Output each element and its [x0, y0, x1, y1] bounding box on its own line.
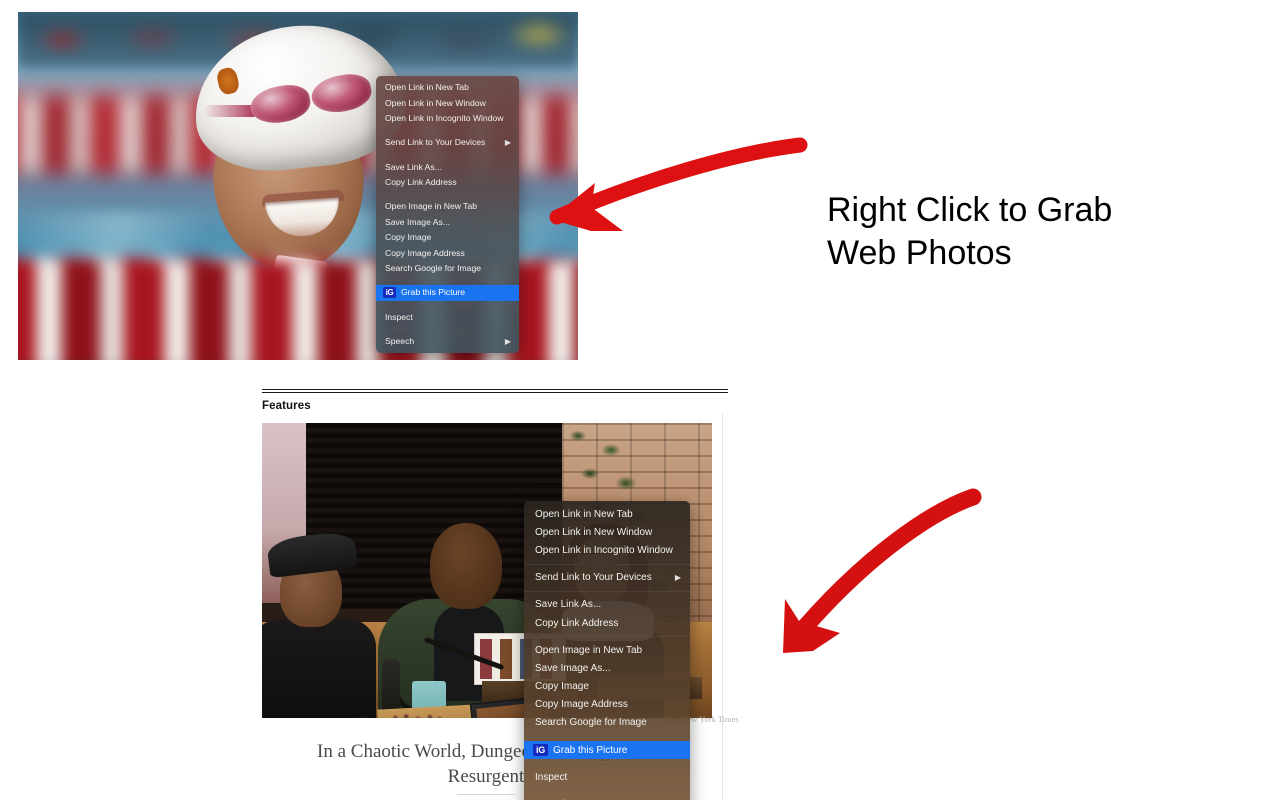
caption-right-click-to-grab: Right Click to Grab Web Photos: [827, 189, 1247, 275]
menu-separator: [524, 736, 690, 738]
menu-item-save-image-as[interactable]: Save Image As...: [524, 659, 690, 677]
menu-item-inspect[interactable]: Inspect: [524, 768, 690, 786]
annotation-arrow-bottom: [783, 488, 982, 653]
menu-item-open-link-new-window[interactable]: Open Link in New Window: [376, 95, 519, 110]
submenu-arrow-icon: ▶: [674, 572, 681, 582]
menu-item-label: Open Link in New Tab: [385, 82, 469, 93]
menu-item-label: Copy Link Address: [385, 177, 457, 188]
section-rule: [262, 389, 728, 393]
menu-separator: [524, 790, 690, 792]
menu-item-open-image-new-tab[interactable]: Open Image in New Tab: [376, 199, 519, 214]
caption-line-1: Right Click to Grab: [827, 191, 1113, 229]
menu-separator: [376, 194, 519, 196]
section-label-features: Features: [262, 400, 311, 412]
menu-item-label: Grab this Picture: [401, 287, 465, 298]
headline-divider: [457, 794, 515, 795]
menu-item-save-image-as[interactable]: Save Image As...: [376, 215, 519, 230]
menu-item-label: Open Image in New Tab: [535, 644, 643, 656]
menu-separator: [524, 636, 690, 638]
menu-item-label: Open Link in Incognito Window: [385, 112, 504, 123]
swimmer-photo[interactable]: Open Link in New Tab Open Link in New Wi…: [18, 12, 578, 360]
menu-separator: [524, 763, 690, 765]
menu-item-label: Copy Image Address: [535, 699, 628, 711]
menu-item-open-link-new-tab[interactable]: Open Link in New Tab: [376, 80, 519, 95]
menu-item-send-link-to-devices[interactable]: Send Link to Your Devices ▶: [376, 135, 519, 150]
menu-item-label: Open Link in New Window: [385, 97, 486, 108]
menu-item-label: Grab this Picture: [553, 744, 628, 756]
menu-item-open-link-new-tab[interactable]: Open Link in New Tab: [524, 505, 690, 523]
menu-item-label: Copy Image Address: [385, 247, 465, 258]
menu-item-label: Send Link to Your Devices: [385, 137, 486, 148]
menu-item-label: Save Link As...: [535, 599, 602, 611]
menu-item-speech[interactable]: Speech ▶: [524, 795, 690, 800]
menu-item-copy-link-address[interactable]: Copy Link Address: [524, 614, 690, 632]
menu-item-save-link-as[interactable]: Save Link As...: [376, 160, 519, 175]
menu-item-label: Save Image As...: [385, 216, 450, 227]
goggle-lens-left: [247, 81, 314, 128]
caption-line-2: Web Photos: [827, 234, 1012, 272]
menu-item-label: Send Link to Your Devices: [535, 572, 652, 584]
menu-item-label: Open Link in New Window: [535, 526, 653, 538]
menu-item-open-image-new-tab[interactable]: Open Image in New Tab: [524, 641, 690, 659]
menu-item-speech[interactable]: Speech ▶: [376, 334, 519, 349]
menu-item-copy-image-address[interactable]: Copy Image Address: [376, 245, 519, 260]
menu-separator: [376, 154, 519, 156]
menu-item-search-google-for-image[interactable]: Search Google for Image: [524, 714, 690, 732]
menu-item-label: Open Link in New Tab: [535, 508, 633, 520]
menu-item-inspect[interactable]: Inspect: [376, 310, 519, 325]
menu-separator: [524, 590, 690, 592]
submenu-arrow-icon: ▶: [504, 137, 511, 147]
menu-item-copy-image-address[interactable]: Copy Image Address: [524, 696, 690, 714]
menu-item-label: Copy Image: [535, 681, 589, 693]
menu-item-open-link-incognito[interactable]: Open Link in Incognito Window: [376, 111, 519, 126]
imagegrab-icon: iG: [383, 287, 396, 299]
menu-item-label: Copy Link Address: [535, 617, 619, 629]
screenshot-canvas: Open Link in New Tab Open Link in New Wi…: [0, 0, 1280, 800]
menu-item-copy-image[interactable]: Copy Image: [376, 230, 519, 245]
person-left-body: [262, 619, 376, 718]
menu-item-open-link-new-window[interactable]: Open Link in New Window: [524, 523, 690, 541]
menu-item-label: Search Google for Image: [385, 262, 482, 273]
menu-separator: [376, 304, 519, 306]
submenu-arrow-icon: ▶: [504, 336, 511, 346]
menu-separator: [376, 280, 519, 282]
context-menu-top[interactable]: Open Link in New Tab Open Link in New Wi…: [376, 76, 519, 354]
menu-item-open-link-incognito[interactable]: Open Link in Incognito Window: [524, 541, 690, 559]
menu-item-label: Inspect: [535, 771, 568, 783]
menu-separator: [376, 130, 519, 132]
context-menu-items: Open Link in New Tab Open Link in New Wi…: [376, 76, 519, 353]
menu-item-label: Open Image in New Tab: [385, 201, 478, 212]
goggle-lens-right: [308, 70, 375, 117]
menu-item-send-link-to-devices[interactable]: Send Link to Your Devices ▶: [524, 569, 690, 587]
menu-item-grab-this-picture[interactable]: iG Grab this Picture: [524, 741, 690, 760]
context-menu-bottom[interactable]: Open Link in New Tab Open Link in New Wi…: [524, 501, 690, 800]
menu-item-save-link-as[interactable]: Save Link As...: [524, 596, 690, 614]
menu-item-label: Search Google for Image: [535, 717, 647, 729]
column-divider: [722, 414, 723, 800]
menu-item-label: Inspect: [385, 311, 413, 322]
menu-separator: [524, 563, 690, 565]
menu-item-label: Save Link As...: [385, 161, 442, 172]
menu-separator: [376, 328, 519, 330]
menu-item-grab-this-picture[interactable]: iG Grab this Picture: [376, 285, 519, 301]
menu-item-copy-link-address[interactable]: Copy Link Address: [376, 175, 519, 190]
menu-item-label: Open Link in Incognito Window: [535, 544, 673, 556]
imagegrab-icon: iG: [533, 744, 548, 757]
menu-item-label: Save Image As...: [535, 662, 611, 674]
dice: [390, 711, 444, 718]
person-center-head: [430, 523, 502, 609]
context-menu-items: Open Link in New Tab Open Link in New Wi…: [524, 501, 690, 800]
menu-item-search-google-for-image[interactable]: Search Google for Image: [376, 261, 519, 276]
menu-item-copy-image[interactable]: Copy Image: [524, 678, 690, 696]
menu-item-label: Speech: [385, 336, 415, 347]
menu-item-label: Copy Image: [385, 232, 432, 243]
